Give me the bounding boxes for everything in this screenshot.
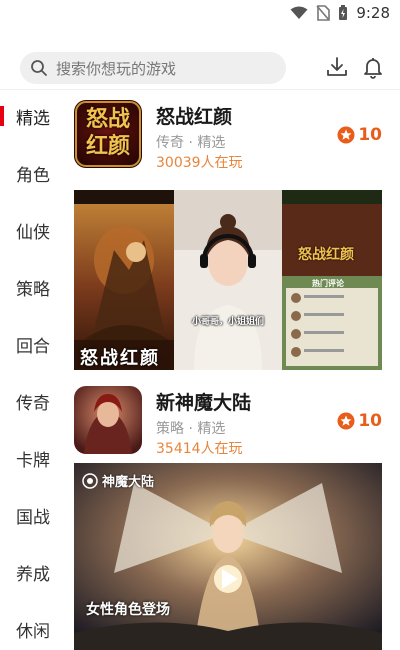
- battery-icon: [339, 5, 348, 20]
- search-placeholder: 搜索你想玩的游戏: [56, 59, 177, 78]
- sidebar-item-label: 回合: [16, 336, 50, 357]
- notification-button[interactable]: [360, 54, 386, 80]
- logo-text: 神魔大陆: [102, 475, 155, 490]
- category-sidebar: 精选 角色 仙侠 策略 回合 传奇 卡牌 国战 养成 休闲: [0, 90, 66, 650]
- game-tags: 策略 · 精选: [156, 421, 226, 437]
- game-icon[interactable]: 怒战红颜: [74, 100, 142, 168]
- banner-caption: 女性角色登场: [86, 602, 170, 618]
- sidebar-item-role[interactable]: 角色: [0, 153, 66, 193]
- game-media-strip[interactable]: 怒战红颜 小哥哥，小姐姐们 怒战红颜 热门评论: [74, 190, 382, 370]
- screenshot-title: 怒战红颜: [298, 247, 354, 263]
- search-icon: [31, 60, 47, 76]
- active-indicator: [0, 106, 4, 126]
- star-icon: [337, 126, 355, 144]
- search-input[interactable]: 搜索你想玩的游戏: [20, 52, 286, 84]
- logo-emblem-icon: [82, 472, 98, 489]
- sidebar-item-label: 仙侠: [16, 222, 50, 243]
- video-art: [74, 463, 382, 650]
- player-count: 35414人在玩: [156, 441, 243, 457]
- header: 搜索你想玩的游戏: [0, 46, 400, 90]
- wifi-icon: [290, 6, 308, 19]
- video-preview[interactable]: 小哥哥，小姐姐们: [174, 190, 282, 370]
- game-icon-text: 怒战红颜: [85, 107, 130, 159]
- no-sim-icon: [316, 5, 331, 21]
- sidebar-item-xianxia[interactable]: 仙侠: [0, 210, 66, 250]
- sidebar-item-turn-based[interactable]: 回合: [0, 324, 66, 364]
- game-title[interactable]: 怒战红颜: [156, 102, 232, 129]
- video-art: [174, 190, 282, 370]
- download-button[interactable]: [324, 54, 350, 80]
- game-card[interactable]: 怒战红颜 怒战红颜 传奇 · 精选 30039人在玩 10 怒战红颜 小哥哥，小…: [74, 100, 384, 370]
- sidebar-item-card[interactable]: 卡牌: [0, 438, 66, 478]
- sidebar-item-featured[interactable]: 精选: [0, 96, 66, 136]
- game-logo: 神魔大陆: [82, 471, 154, 490]
- screenshot-image[interactable]: 怒战红颜 热门评论: [282, 190, 382, 370]
- score-value: 10: [358, 125, 382, 145]
- player-count: 30039人在玩: [156, 155, 243, 171]
- bell-icon: [364, 58, 382, 79]
- sidebar-item-label: 养成: [16, 564, 50, 585]
- game-score: 10: [337, 125, 382, 145]
- sidebar-item-label: 休闲: [16, 621, 50, 642]
- screenshot-image[interactable]: 怒战红颜: [74, 190, 174, 370]
- sidebar-item-casual[interactable]: 休闲: [0, 609, 66, 649]
- sidebar-item-label: 策略: [16, 279, 50, 300]
- banner-title: 怒战红颜: [80, 348, 160, 369]
- download-icon: [327, 57, 347, 76]
- video-caption: 小哥哥，小姐姐们: [191, 317, 264, 327]
- video-preview[interactable]: 神魔大陆 女性角色登场: [74, 463, 382, 650]
- sidebar-item-label: 角色: [16, 165, 50, 186]
- screenshot-art: [74, 190, 174, 370]
- sidebar-item-nurture[interactable]: 养成: [0, 552, 66, 592]
- sidebar-item-label: 卡牌: [16, 450, 50, 471]
- status-bar: 9:28: [0, 0, 400, 28]
- game-card[interactable]: 新神魔大陆 策略 · 精选 35414人在玩 10 神魔大陆 女性角色登场: [74, 386, 384, 650]
- sidebar-item-strategy[interactable]: 策略: [0, 267, 66, 307]
- screenshot-section: 热门评论: [312, 279, 344, 288]
- score-value: 10: [358, 411, 382, 431]
- game-icon[interactable]: [74, 386, 142, 454]
- game-score: 10: [337, 411, 382, 431]
- sidebar-item-nation-war[interactable]: 国战: [0, 495, 66, 535]
- status-time: 9:28: [356, 4, 390, 22]
- sidebar-item-label: 传奇: [16, 393, 50, 414]
- sidebar-item-label: 国战: [16, 507, 50, 528]
- game-icon-art: [74, 386, 142, 454]
- star-icon: [337, 412, 355, 430]
- sidebar-item-legend[interactable]: 传奇: [0, 381, 66, 421]
- sidebar-item-label: 精选: [16, 108, 50, 129]
- game-tags: 传奇 · 精选: [156, 135, 226, 151]
- game-title[interactable]: 新神魔大陆: [156, 388, 251, 415]
